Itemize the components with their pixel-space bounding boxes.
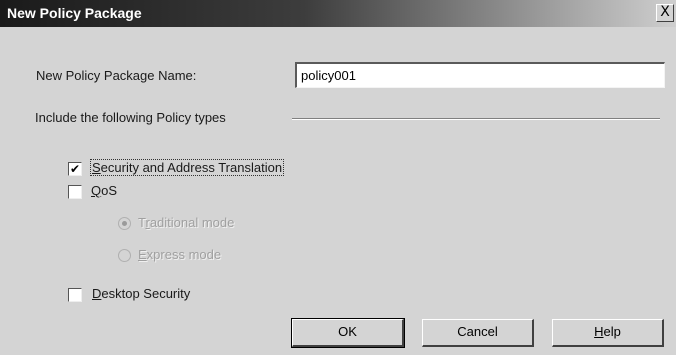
desktop-security-checkbox[interactable] [68,288,82,302]
desktop-security-label[interactable]: Desktop Security [92,286,190,301]
express-mode-radio[interactable] [118,249,131,262]
include-policy-types-label: Include the following Policy types [35,110,226,125]
ok-button[interactable]: OK [291,318,405,348]
security-checkbox[interactable]: ✔ [68,162,82,176]
express-mode-label[interactable]: Express mode [138,247,221,262]
cancel-button[interactable]: Cancel [422,319,534,347]
checkmark-icon: ✔ [69,162,81,176]
close-button[interactable]: X [656,4,674,22]
help-button[interactable]: Help [552,319,664,347]
qos-option-label[interactable]: QoS [91,183,117,198]
traditional-mode-label[interactable]: Traditional mode [138,215,234,230]
traditional-mode-radio[interactable] [118,217,131,230]
security-option-label[interactable]: Security and Address Translation [90,159,285,176]
focus-indicator: Security and Address Translation [90,159,285,176]
package-name-input[interactable] [295,62,665,88]
close-icon: X [660,4,670,20]
package-name-label: New Policy Package Name: [36,68,197,83]
title-bar[interactable]: New Policy Package X [0,0,676,27]
qos-checkbox[interactable] [68,185,82,199]
dialog-title: New Policy Package [7,5,142,21]
group-divider [292,118,660,120]
new-policy-package-dialog: New Policy Package X New Policy Package … [0,0,676,355]
radio-dot-icon [122,221,127,226]
